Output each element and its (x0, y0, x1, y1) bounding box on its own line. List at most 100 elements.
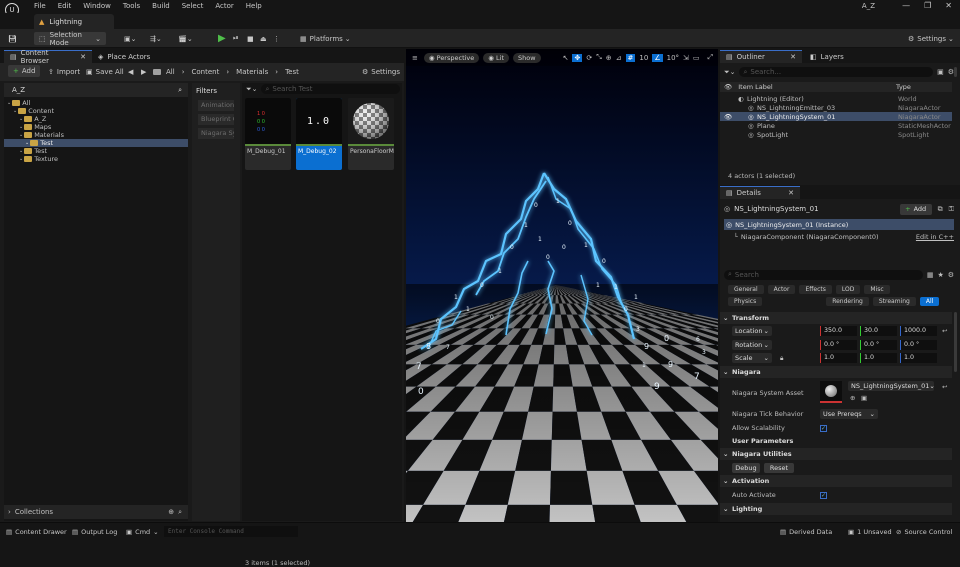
section-activation[interactable]: ⌄ Activation (720, 475, 952, 487)
favorites-icon[interactable]: ★ (937, 271, 943, 279)
breadcrumb-item[interactable]: All (166, 68, 175, 76)
tick-behavior-dropdown[interactable]: Use Prereqs ⌄ (820, 409, 878, 419)
breadcrumb-item[interactable]: Content (192, 68, 220, 76)
chevron-down-icon[interactable]: ⌄ (13, 108, 17, 114)
save-all-button[interactable]: ▣ Save All (86, 65, 124, 78)
stop-icon[interactable]: ■ (247, 32, 254, 45)
rotation-snap-value[interactable]: 10° (667, 54, 679, 62)
toolbar-settings-button[interactable]: ⚙ Settings ⌄ (908, 32, 954, 45)
menu-tools[interactable]: Tools (123, 2, 140, 10)
add-folder-icon[interactable]: ▣ (937, 68, 944, 76)
rotation-snap-icon[interactable]: ∠ (652, 54, 662, 62)
menu-window[interactable]: Window (83, 2, 111, 10)
debug-button[interactable]: Debug (732, 463, 760, 473)
scale-z-input[interactable]: 1.0 (900, 353, 937, 363)
console-input[interactable]: Enter Console Command (164, 526, 298, 537)
section-lighting[interactable]: ⌄ Lighting (720, 503, 952, 515)
component-instance-row[interactable]: ◎ NS_LightningSystem_01 (Instance) (724, 219, 954, 230)
level-viewport[interactable]: 1010 1010 1010 390 997 870 0101 0011 176… (406, 49, 718, 522)
chevron-down-icon[interactable]: ⌄ (19, 124, 23, 130)
eject-icon[interactable]: ⏏ (260, 32, 267, 45)
blueprint-icon[interactable]: ⧉ (938, 205, 943, 214)
rotation-y-input[interactable]: 0.0 ° (860, 340, 897, 350)
derived-data-button[interactable]: ▤ Derived Data (780, 526, 832, 537)
scale-y-input[interactable]: 1.0 (860, 353, 897, 363)
tab-outliner[interactable]: ▤ Outliner ✕ (720, 50, 802, 63)
collections-header[interactable]: › Collections ⊕ ⌕ (4, 505, 188, 519)
tree-node[interactable]: ⌄Content (4, 107, 188, 115)
location-x-input[interactable]: 350.0 (820, 326, 857, 336)
browse-icon[interactable]: ⊕ (850, 394, 855, 402)
filter-animation-blueprint[interactable]: Animation B (198, 100, 234, 111)
section-transform[interactable]: ⌄ Transform (720, 312, 952, 324)
chevron-down-icon[interactable]: ⌄ (19, 116, 23, 122)
unsaved-button[interactable]: ▣ 1 Unsaved (848, 526, 892, 537)
maximize-viewport-icon[interactable]: ⤢ (708, 53, 714, 62)
tab-layers[interactable]: ◧ Layers (804, 50, 864, 63)
breadcrumb-item[interactable]: Test (285, 68, 299, 76)
add-collection-icon[interactable]: ⊕ (168, 508, 174, 516)
lit-button[interactable]: ◉ Lit (483, 53, 509, 63)
grid-snap-icon[interactable]: # (626, 54, 636, 62)
auto-activate-checkbox[interactable]: ✓ (820, 492, 827, 499)
menu-build[interactable]: Build (152, 2, 170, 10)
world-space-icon[interactable]: ⊕ (606, 54, 612, 62)
chevron-down-icon[interactable]: ⌄ (19, 156, 23, 162)
content-settings-button[interactable]: ⚙ Settings (362, 65, 400, 78)
outliner-row[interactable]: ◎SpotLightSpotLight (720, 130, 952, 139)
filter-niagara-system[interactable]: Niagara Sys (198, 128, 234, 139)
tree-node[interactable]: ⌄Texture (4, 155, 188, 163)
location-dropdown[interactable]: Location⌄ (732, 326, 772, 336)
category-tab[interactable]: General (728, 285, 764, 294)
asset-search-input[interactable]: ⌕ Search Test (261, 84, 400, 94)
asset-tile[interactable]: PersonaFloorMat1 (348, 98, 394, 170)
property-matrix-icon[interactable]: ▦ (927, 271, 934, 279)
col-item-label[interactable]: Item Label (738, 83, 772, 91)
source-control-button[interactable]: ⊘ Source Control (896, 526, 952, 537)
outliner-row[interactable]: ◎PlaneStaticMeshActor (720, 121, 952, 130)
save-level-icon[interactable]: 💾︎ (8, 32, 17, 45)
blueprints-icon[interactable]: ⇶⌄ (150, 32, 162, 45)
output-log-button[interactable]: ▤ Output Log (72, 526, 117, 537)
rotation-x-input[interactable]: 0.0 ° (820, 340, 857, 350)
content-drawer-button[interactable]: ▤ Content Drawer (6, 526, 67, 537)
quick-add-icon[interactable]: ▣⌄ (124, 32, 136, 45)
visibility-icon[interactable]: 👁︎ (724, 113, 732, 121)
details-scrollbar[interactable] (954, 312, 957, 372)
menu-actor[interactable]: Actor (215, 2, 233, 10)
details-search-input[interactable]: ⌕ Search (724, 270, 923, 280)
close-icon[interactable]: ✕ (788, 189, 794, 197)
tab-content-browser[interactable]: ▤ Content Browser ✕ (4, 50, 92, 63)
section-niagara[interactable]: ⌄ Niagara (720, 366, 952, 378)
reset-icon[interactable]: ↩ (942, 327, 947, 335)
lock-icon[interactable]: ⚿ (949, 205, 954, 214)
close-icon[interactable]: ✕ (790, 53, 796, 61)
component-row[interactable]: └ NiagaraComponent (NiagaraComponent0) E… (734, 232, 954, 242)
rotation-z-input[interactable]: 0.0 ° (900, 340, 937, 350)
tab-details[interactable]: ▤ Details ✕ (720, 186, 800, 199)
chevron-down-icon[interactable]: ⌄ (19, 132, 23, 138)
tree-node[interactable]: ⌄Test (4, 139, 188, 147)
close-icon[interactable]: ✕ (80, 53, 86, 61)
cmd-dropdown[interactable]: ▣ Cmd ⌄ (126, 526, 159, 537)
details-add-button[interactable]: + Add (900, 204, 932, 215)
tree-node[interactable]: ⌄Test (4, 147, 188, 155)
scale-x-input[interactable]: 1.0 (820, 353, 857, 363)
filter-icon[interactable]: ⏷⌄ (246, 85, 257, 94)
minimize-icon[interactable]: — (902, 1, 910, 10)
tree-node[interactable]: ⌄All (4, 99, 188, 107)
breadcrumb-item[interactable]: Materials (236, 68, 268, 76)
niagara-system-dropdown[interactable]: NS_LightningSystem_01 ⌄ (848, 381, 934, 391)
tree-node[interactable]: ⌄Maps (4, 123, 188, 131)
category-tab[interactable]: Streaming (873, 297, 916, 306)
reset-icon[interactable]: ↩ (942, 383, 947, 391)
category-tab[interactable]: Rendering (826, 297, 869, 306)
section-niagara-utilities[interactable]: ⌄ Niagara Utilities (720, 448, 952, 460)
select-tool-icon[interactable]: ↖ (563, 54, 569, 62)
scale-snap-icon[interactable]: ⇲ (683, 54, 689, 62)
user-parameters-row[interactable]: User Parameters (720, 435, 952, 447)
scale-dropdown[interactable]: Scale⌄ (732, 353, 772, 363)
cinematics-icon[interactable]: 🎬︎⌄ (178, 32, 193, 45)
add-button[interactable]: + Add (8, 65, 40, 77)
history-back-icon[interactable]: ◀ (128, 65, 133, 78)
